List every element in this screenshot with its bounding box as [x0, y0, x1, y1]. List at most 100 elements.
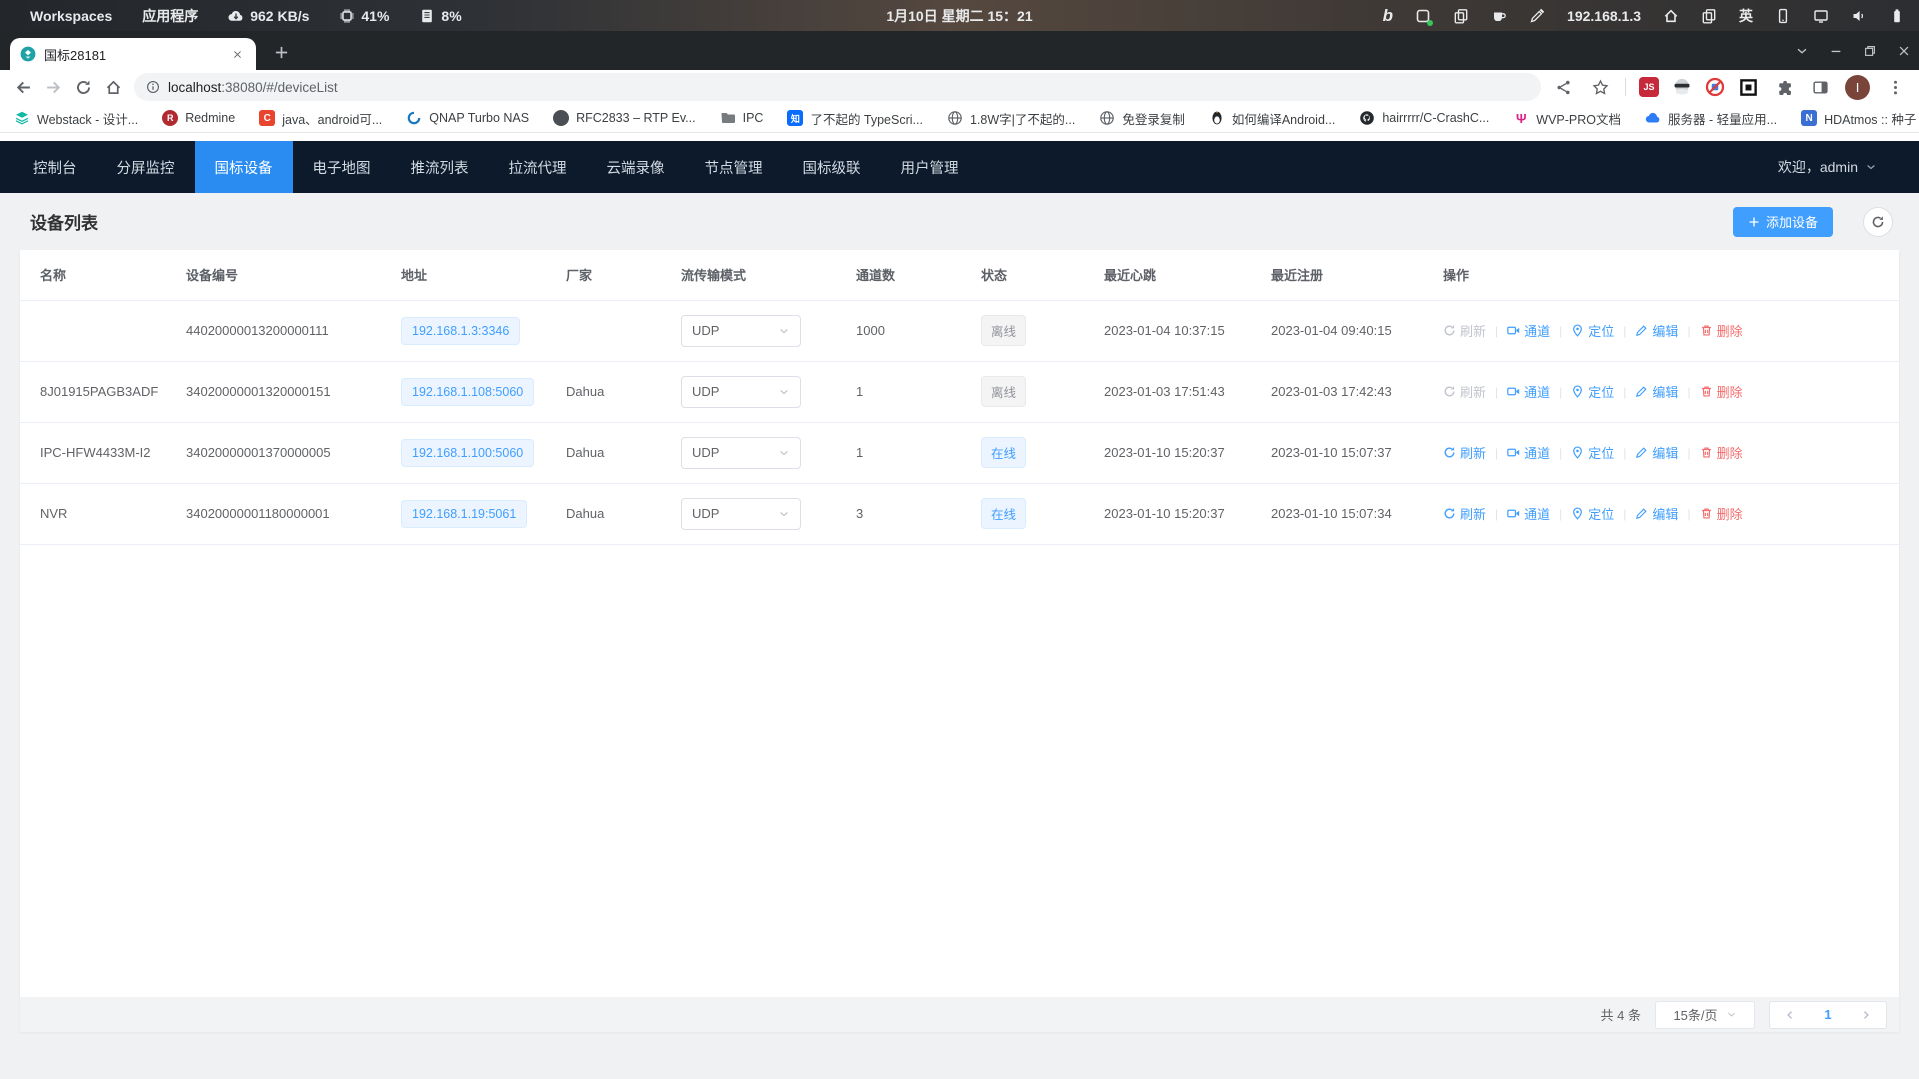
refresh-action[interactable]: 刷新: [1443, 382, 1486, 401]
bookmark-copy-free[interactable]: 免登录复制: [1099, 109, 1185, 128]
refresh-action[interactable]: 刷新: [1443, 504, 1486, 523]
edit-action[interactable]: 编辑: [1635, 321, 1678, 340]
locate-action[interactable]: 定位: [1571, 321, 1614, 340]
divider: [1625, 78, 1626, 96]
network-speed-indicator[interactable]: 962 KB/s: [228, 8, 309, 24]
cell-heartbeat: 2023-01-10 15:20:37: [1088, 483, 1255, 544]
bookmark-folder-ipc[interactable]: IPC: [720, 110, 764, 126]
js-extension-icon[interactable]: JS: [1639, 77, 1659, 97]
applications-button[interactable]: 应用程序: [142, 6, 198, 26]
stream-mode-select[interactable]: UDP: [681, 498, 801, 530]
battery-icon[interactable]: [1889, 8, 1905, 24]
workspaces-button[interactable]: Workspaces: [30, 8, 112, 24]
channel-action[interactable]: 通道: [1507, 504, 1550, 523]
edit-action[interactable]: 编辑: [1635, 382, 1678, 401]
bookmark-redmine[interactable]: R Redmine: [162, 110, 235, 126]
nav-item-split-monitor[interactable]: 分屏监控: [97, 141, 195, 193]
channel-action[interactable]: 通道: [1507, 382, 1550, 401]
refresh-action[interactable]: 刷新: [1443, 443, 1486, 462]
bookmark-star-button[interactable]: [1588, 75, 1612, 99]
ip-address-indicator[interactable]: 192.168.1.3: [1567, 8, 1641, 24]
bookmark-android-build[interactable]: 如何编译Android...: [1209, 109, 1336, 128]
delete-action[interactable]: 删除: [1700, 443, 1743, 462]
screen-share-icon[interactable]: [1813, 8, 1829, 24]
bookmark-github[interactable]: hairrrrr/C-CrashC...: [1359, 110, 1489, 126]
bookmark-java-android[interactable]: C java、android可...: [259, 109, 382, 128]
stream-mode-select[interactable]: UDP: [681, 376, 801, 408]
workspace-switcher-icon[interactable]: [1701, 8, 1717, 24]
close-window-icon[interactable]: [1897, 44, 1911, 58]
channel-action[interactable]: 通道: [1507, 321, 1550, 340]
home-button[interactable]: [98, 72, 128, 102]
nav-item-console[interactable]: 控制台: [13, 141, 97, 193]
user-menu[interactable]: 欢迎，admin: [1778, 157, 1919, 177]
delete-action[interactable]: 删除: [1700, 382, 1743, 401]
bookmark-webstack[interactable]: Webstack - 设计...: [14, 109, 138, 128]
address-tag: 192.168.1.108:5060: [401, 378, 534, 406]
cpu-indicator[interactable]: 41%: [339, 8, 389, 24]
site-info-icon[interactable]: [146, 80, 160, 94]
incognito-extension-icon[interactable]: [1672, 77, 1692, 97]
bookmark-wvp-pro[interactable]: Ψ WVP-PRO文档: [1513, 109, 1621, 128]
minimize-window-icon[interactable]: [1829, 44, 1843, 58]
nav-item-push-list[interactable]: 推流列表: [391, 141, 489, 193]
dark-reader-extension-icon[interactable]: [1738, 77, 1758, 97]
input-language-indicator[interactable]: 英: [1739, 6, 1753, 26]
refresh-list-button[interactable]: [1863, 207, 1893, 237]
volume-icon[interactable]: [1851, 8, 1867, 24]
refresh-action[interactable]: 刷新: [1443, 321, 1486, 340]
home-tray-icon[interactable]: [1663, 8, 1679, 24]
cell-heartbeat: 2023-01-04 10:37:15: [1088, 300, 1255, 361]
share-button[interactable]: [1551, 75, 1575, 99]
channel-action[interactable]: 通道: [1507, 443, 1550, 462]
add-device-button[interactable]: 添加设备: [1733, 207, 1833, 237]
color-picker-icon[interactable]: [1529, 8, 1545, 24]
bing-tray-icon[interactable]: b: [1383, 8, 1393, 24]
browser-tab[interactable]: 国标28181: [10, 38, 256, 70]
forward-button[interactable]: [38, 72, 68, 102]
bookmark-typescript[interactable]: 知 了不起的 TypeScri...: [787, 109, 923, 128]
nav-item-e-map[interactable]: 电子地图: [293, 141, 391, 193]
tab-search-icon[interactable]: [1795, 44, 1809, 58]
phone-link-icon[interactable]: [1775, 8, 1791, 24]
address-bar[interactable]: localhost:38080/#/deviceList: [134, 73, 1541, 101]
stream-mode-select[interactable]: UDP: [681, 437, 801, 469]
page-number[interactable]: 1: [1824, 1007, 1831, 1022]
nav-item-gb-devices[interactable]: 国标设备: [195, 141, 293, 193]
nav-item-gb-cascade[interactable]: 国标级联: [783, 141, 881, 193]
extensions-puzzle-icon[interactable]: [1771, 75, 1795, 99]
page-size-select[interactable]: 15条/页: [1655, 1001, 1755, 1029]
stream-mode-select[interactable]: UDP: [681, 315, 801, 347]
coffee-cup-icon[interactable]: [1491, 8, 1507, 24]
clipboard-tray-icon[interactable]: [1453, 8, 1469, 24]
nav-item-pull-proxy[interactable]: 拉流代理: [489, 141, 587, 193]
profile-avatar[interactable]: I: [1845, 75, 1870, 100]
reload-button[interactable]: [68, 72, 98, 102]
back-button[interactable]: [8, 72, 38, 102]
bookmark-18w[interactable]: 1.8W字|了不起的...: [947, 109, 1075, 128]
next-page-button[interactable]: [1860, 1009, 1872, 1021]
restore-window-icon[interactable]: [1863, 44, 1877, 58]
new-tab-button[interactable]: [268, 39, 294, 65]
nav-item-user-manage[interactable]: 用户管理: [881, 141, 979, 193]
locate-action[interactable]: 定位: [1571, 443, 1614, 462]
nav-item-cloud-record[interactable]: 云端录像: [587, 141, 685, 193]
bookmark-rfc2833[interactable]: RFC2833 – RTP Ev...: [553, 110, 696, 126]
browser-menu-icon[interactable]: [1883, 75, 1907, 99]
edit-action[interactable]: 编辑: [1635, 443, 1678, 462]
delete-action[interactable]: 删除: [1700, 504, 1743, 523]
tab-close-icon[interactable]: [228, 45, 246, 63]
bookmark-server[interactable]: 服务器 - 轻量应用...: [1645, 109, 1777, 128]
screenshot-tray-icon[interactable]: [1415, 8, 1431, 24]
adblock-extension-icon[interactable]: [1705, 77, 1725, 97]
prev-page-button[interactable]: [1784, 1009, 1796, 1021]
nav-item-node-manage[interactable]: 节点管理: [685, 141, 783, 193]
locate-action[interactable]: 定位: [1571, 382, 1614, 401]
locate-action[interactable]: 定位: [1571, 504, 1614, 523]
bookmark-hdatmos[interactable]: N HDAtmos :: 种子 *...: [1801, 109, 1919, 128]
delete-action[interactable]: 删除: [1700, 321, 1743, 340]
edit-action[interactable]: 编辑: [1635, 504, 1678, 523]
memory-indicator[interactable]: 8%: [419, 8, 461, 24]
bookmark-qnap[interactable]: QNAP Turbo NAS: [406, 110, 529, 126]
side-panel-icon[interactable]: [1808, 75, 1832, 99]
